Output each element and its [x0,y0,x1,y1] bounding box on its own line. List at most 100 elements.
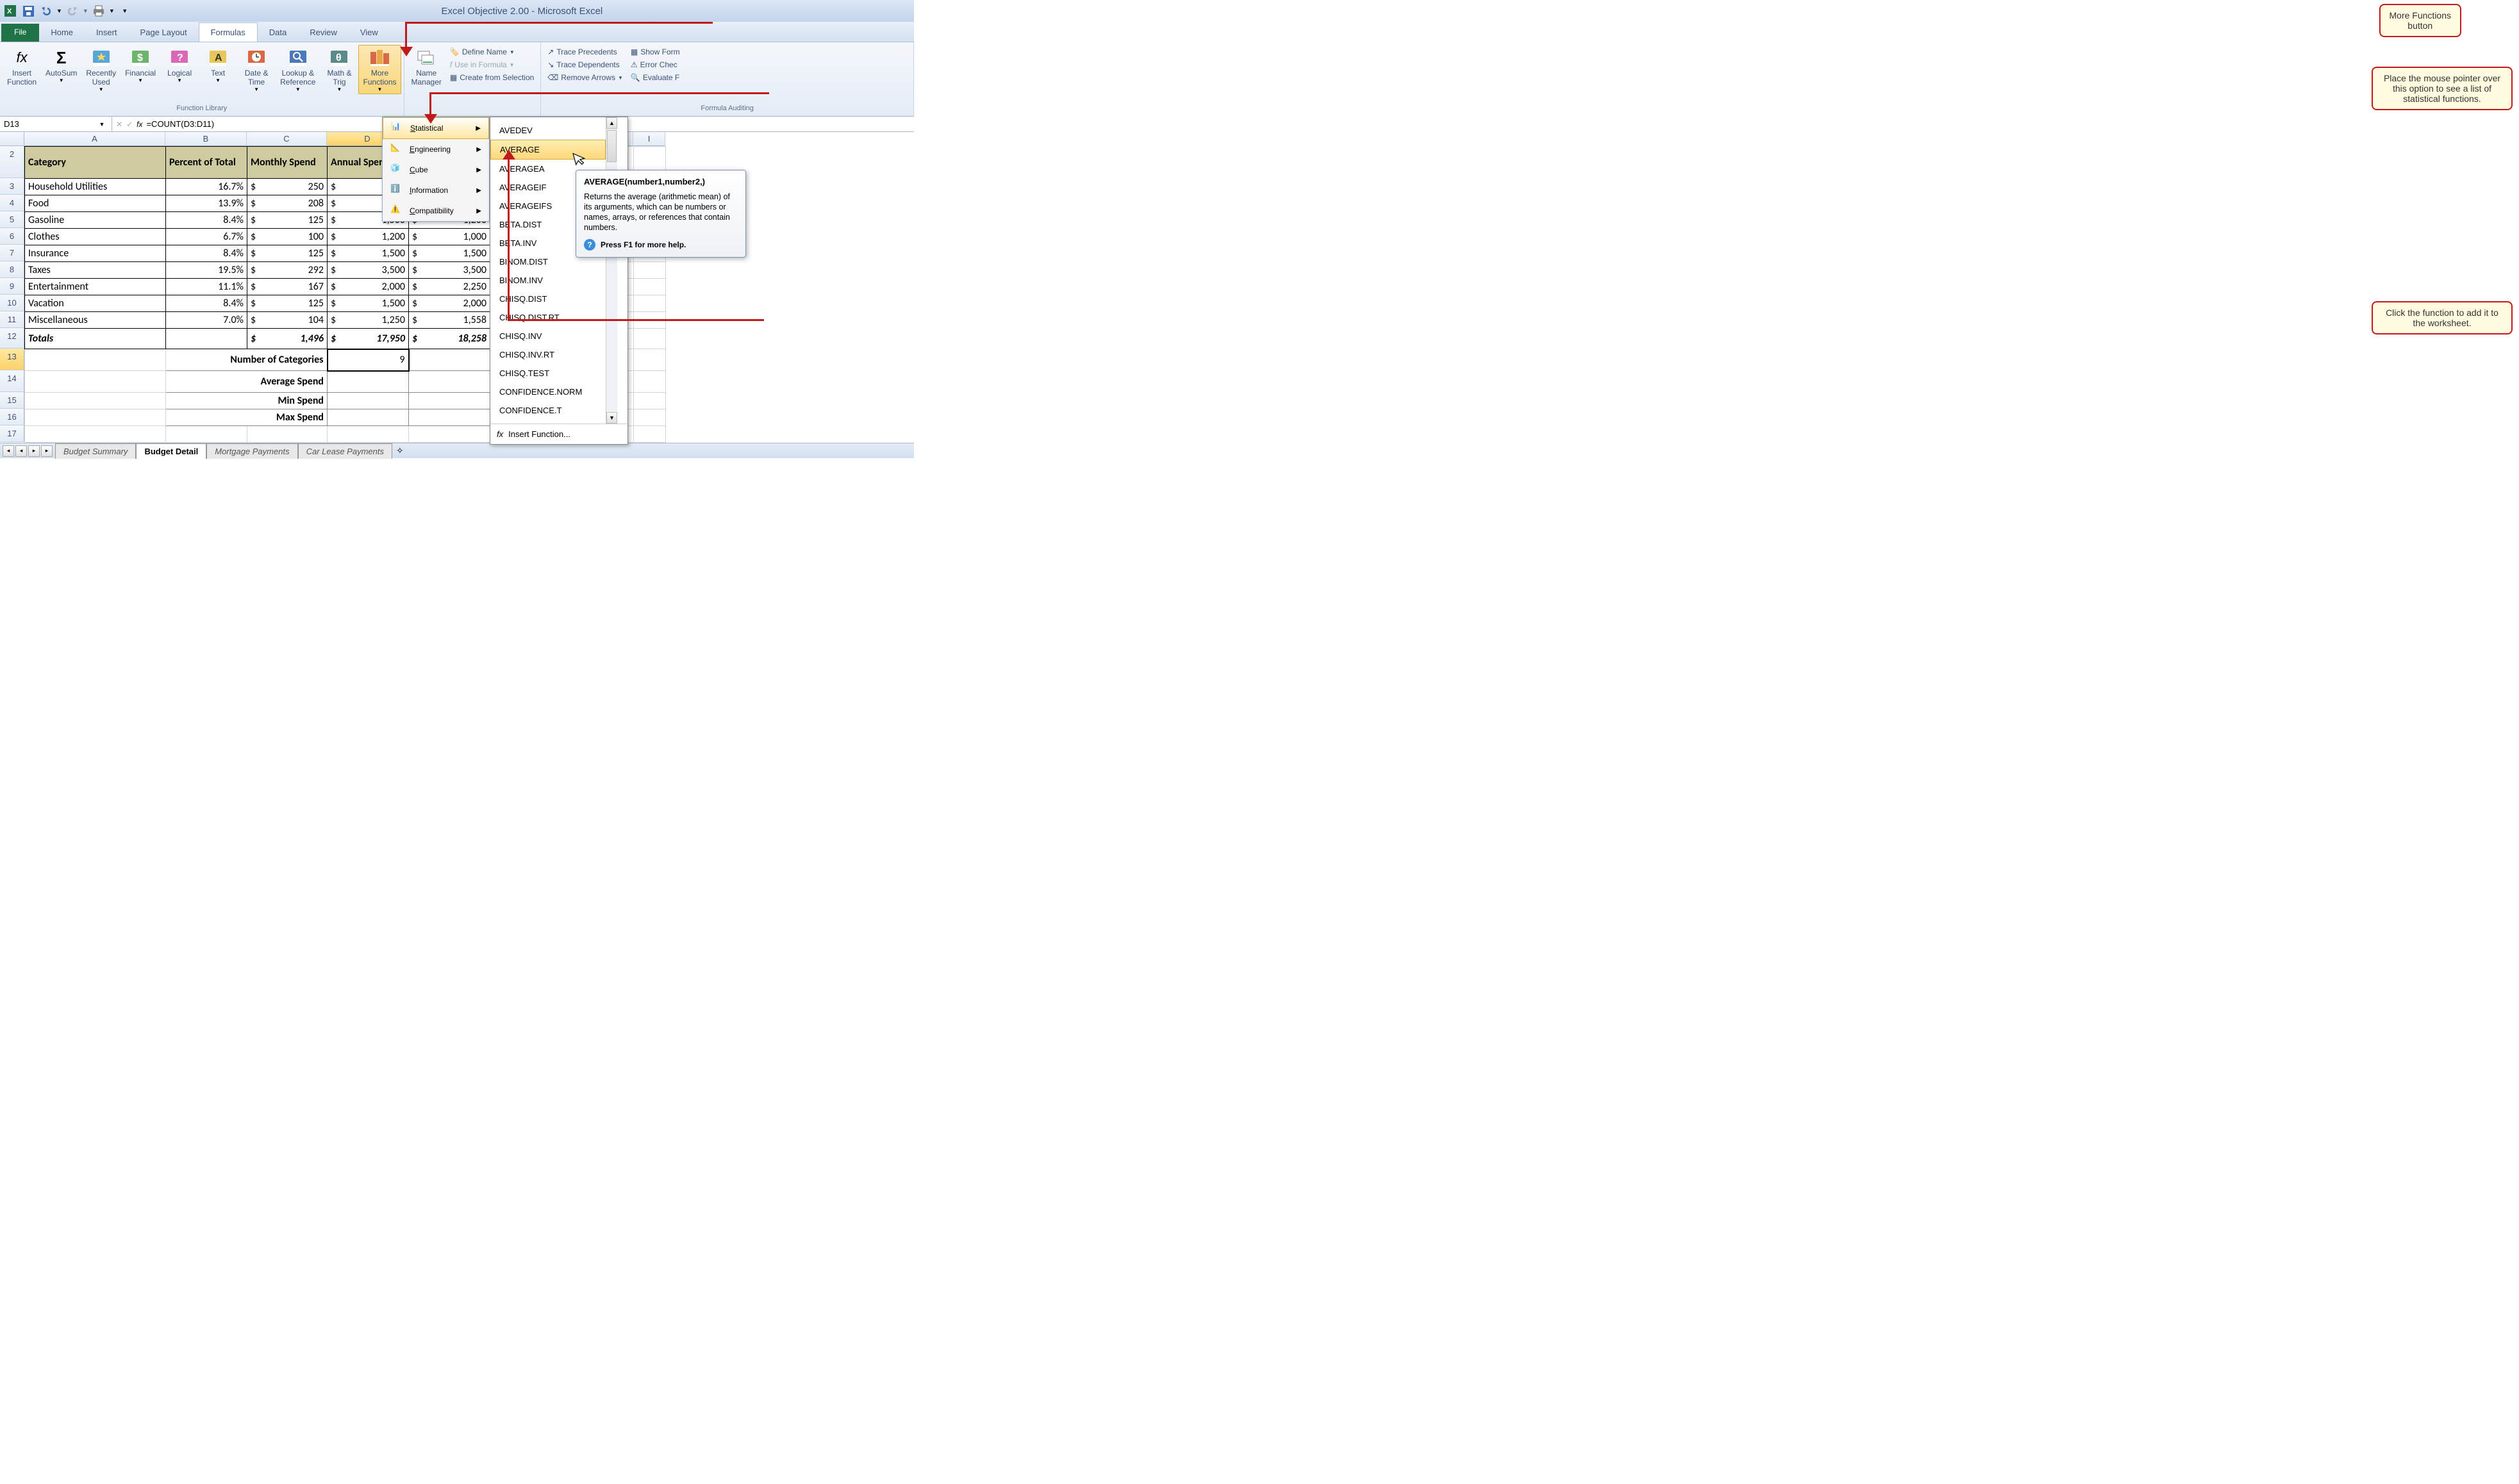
redo-icon[interactable] [65,3,80,19]
tab-home[interactable]: Home [39,23,85,42]
insert-function-button[interactable]: fx Insert Function [3,45,41,88]
column-header-I[interactable]: I [633,132,665,146]
trace-precedents-button[interactable]: ↗Trace Precedents [545,46,626,58]
summary-label-max_spend[interactable]: Max Spend [166,409,328,426]
cell[interactable] [634,295,666,312]
menu-item-compatibility[interactable]: ⚠️Compatibility▶ [383,201,489,221]
select-all-corner[interactable] [0,132,24,146]
header-cat[interactable]: Category [25,147,166,179]
sheet-first-icon[interactable]: ◂ [3,445,14,457]
cell[interactable] [25,426,166,443]
header-monthly[interactable]: Monthly Spend [247,147,328,179]
summary-value-num_categories[interactable]: 9 [328,349,409,371]
tab-view[interactable]: View [349,23,390,42]
summary-label-average_spend[interactable]: Average Spend [166,371,328,393]
row-header-9[interactable]: 9 [0,278,24,295]
error-checking-button[interactable]: ⚠Error Chec [628,59,683,70]
cell[interactable] [634,409,666,426]
cell[interactable] [166,426,247,443]
cell[interactable] [634,393,666,409]
menu-item-cube[interactable]: 🧊Cube▶ [383,160,489,180]
cell-category[interactable]: Insurance [25,245,166,262]
cell-ly[interactable]: $2,250 [409,279,490,295]
row-header-13[interactable]: 13 [0,349,24,370]
cell-category[interactable]: Food [25,195,166,212]
row-header-8[interactable]: 8 [0,261,24,278]
cell-category[interactable]: Taxes [25,262,166,279]
trace-dependents-button[interactable]: ↘Trace Dependents [545,59,626,70]
function-confidence-norm[interactable]: CONFIDENCE.NORM [490,383,606,401]
row-header-17[interactable]: 17 [0,425,24,442]
summary-value-min_spend[interactable] [328,393,409,409]
evaluate-formula-button[interactable]: 🔍Evaluate F [628,72,683,83]
cell-percent[interactable]: 6.7% [166,229,247,245]
more-functions-button[interactable]: More Functions ▼ [358,45,401,94]
cell-monthly[interactable]: $125 [247,295,328,312]
math-trig-button[interactable]: θ Math & Trig ▼ [320,45,358,94]
cell-category[interactable]: Clothes [25,229,166,245]
cell-percent[interactable]: 8.4% [166,295,247,312]
row-header-12[interactable]: 12 [0,328,24,349]
tab-file[interactable]: File [1,24,39,42]
cell-monthly[interactable]: $292 [247,262,328,279]
new-sheet-icon[interactable]: ✧ [396,445,404,456]
cell-monthly[interactable]: $250 [247,179,328,195]
cell-ly[interactable]: $1,000 [409,229,490,245]
header-pct[interactable]: Percent of Total [166,147,247,179]
insert-function-link[interactable]: fx Insert Function... [490,424,628,444]
cell[interactable] [166,329,247,349]
cell-monthly[interactable]: $125 [247,245,328,262]
sheet-tab-mortgage-payments[interactable]: Mortgage Payments [206,443,297,459]
row-header-6[interactable]: 6 [0,228,24,245]
menu-item-information[interactable]: ℹ️Information▶ [383,180,489,201]
sheet-last-icon[interactable]: ▸ [41,445,53,457]
function-confidence-t[interactable]: CONFIDENCE.T [490,401,606,420]
cell-percent[interactable]: 7.0% [166,312,247,329]
show-formulas-button[interactable]: ▦Show Form [628,46,683,58]
enter-icon[interactable]: ✓ [126,120,133,129]
cell[interactable] [25,371,166,393]
sheet-tab-budget-detail[interactable]: Budget Detail [136,443,206,459]
create-from-selection-button[interactable]: ▦Create from Selection [447,72,536,83]
tab-insert[interactable]: Insert [85,23,129,42]
remove-arrows-button[interactable]: ⌫Remove Arrows ▼ [545,72,626,83]
fx-icon[interactable]: fx [137,120,142,129]
cell-category[interactable]: Entertainment [25,279,166,295]
cell-percent[interactable]: 8.4% [166,245,247,262]
cell-category[interactable]: Vacation [25,295,166,312]
summary-label-min_spend[interactable]: Min Spend [166,393,328,409]
cell[interactable] [328,426,409,443]
cell-percent[interactable]: 13.9% [166,195,247,212]
sheet-tab-car-lease-payments[interactable]: Car Lease Payments [298,443,392,459]
cell-ly[interactable]: $1,500 [409,245,490,262]
cell-monthly[interactable]: $167 [247,279,328,295]
cell-monthly[interactable]: $125 [247,212,328,229]
tab-formulas[interactable]: Formulas [199,22,258,42]
cell[interactable] [634,426,666,443]
cell[interactable] [634,262,666,279]
cell-category[interactable]: Household Utilities [25,179,166,195]
sheet-next-icon[interactable]: ▸ [28,445,40,457]
lookup-reference-button[interactable]: Lookup & Reference ▼ [276,45,320,94]
totals-a[interactable]: $17,950 [328,329,409,349]
recently-used-button[interactable]: Recently Used ▼ [81,45,121,94]
function-chisq-inv[interactable]: CHISQ.INV [490,327,606,345]
cell-annual[interactable]: $1,200 [328,229,409,245]
autosum-button[interactable]: Σ AutoSum ▼ [41,45,81,85]
row-header-14[interactable]: 14 [0,370,24,392]
cell-percent[interactable]: 19.5% [166,262,247,279]
totals-label[interactable]: Totals [25,329,166,349]
cell-ly[interactable]: $3,500 [409,262,490,279]
tab-review[interactable]: Review [298,23,349,42]
cell-annual[interactable]: $1,500 [328,295,409,312]
cell-monthly[interactable]: $100 [247,229,328,245]
undo-icon[interactable] [38,3,54,19]
cell-category[interactable]: Miscellaneous [25,312,166,329]
cell[interactable] [634,349,666,371]
name-box[interactable]: D13 ▼ [0,117,112,131]
row-header-5[interactable]: 5 [0,211,24,228]
cancel-icon[interactable]: ✕ [116,120,122,129]
cell-annual[interactable]: $3,500 [328,262,409,279]
date-time-button[interactable]: Date & Time ▼ [237,45,276,94]
cell-monthly[interactable]: $104 [247,312,328,329]
